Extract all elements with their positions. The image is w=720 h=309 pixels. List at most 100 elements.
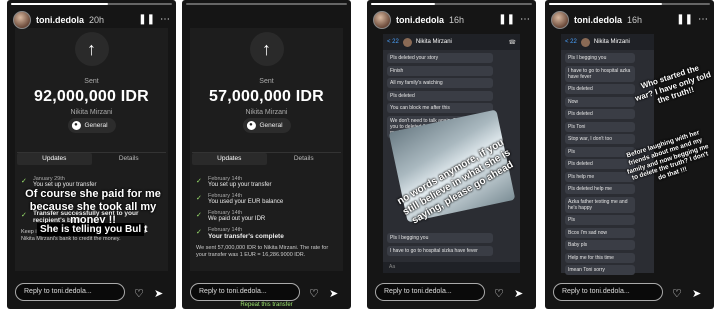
story-panel-3: toni.dedola 16h ❚❚ ⋯ < 22 Nikita Mirzani…	[367, 0, 536, 309]
message-bubble: Now	[565, 96, 635, 107]
repeat-transfer-button[interactable]: Repeat this transfer	[190, 301, 343, 309]
story-caption-sub: She is telling you Bul t	[37, 223, 147, 236]
contact-name: Nikita Mirzani	[415, 39, 452, 45]
message-bubble: Pls deleted	[387, 90, 493, 101]
message-bubble: Pls I begging you	[565, 53, 635, 63]
story-header: toni.dedola 16h ❚❚ ⋯	[551, 8, 708, 32]
message-bubble: Pls	[565, 215, 635, 225]
timeline-item: ✓ February 14th You used your EUR balance	[196, 193, 284, 205]
heart-icon[interactable]: ♡	[309, 287, 319, 300]
heart-icon[interactable]: ♡	[494, 287, 504, 300]
send-icon[interactable]: ➤	[692, 287, 701, 300]
tab-updates[interactable]: Updates	[17, 153, 92, 165]
username[interactable]: toni.dedola	[574, 15, 622, 25]
story-age: 20h	[89, 15, 105, 25]
contact-name: Nikita Mirzani	[593, 39, 630, 45]
story-panel-1: toni.dedola 20h ❚❚ ⋯ ↑ Sent 92,000,000 I…	[7, 0, 176, 309]
username[interactable]: toni.dedola	[36, 15, 84, 25]
heart-icon[interactable]: ♡	[672, 287, 682, 300]
message-bubble: Pls deleted	[565, 84, 635, 94]
check-icon: ✓	[196, 178, 202, 185]
pause-icon[interactable]: ❚❚	[498, 15, 515, 25]
message-bubble: Finish	[387, 65, 493, 76]
reply-input[interactable]: Reply to toni.dedola...	[15, 283, 125, 301]
story-age: 16h	[449, 15, 465, 25]
story-progress-bar	[11, 3, 172, 5]
chat-input: Aa	[383, 262, 520, 273]
tab-details[interactable]: Details	[267, 153, 342, 165]
transfer-tabs: Updates Details	[17, 152, 166, 165]
transfer-amount: 57,000,000 IDR	[209, 88, 324, 105]
transfer-note: We sent 57,000,000 IDR to Nikita Mirzani…	[196, 245, 329, 258]
timeline: ✓ February 14th You set up your transfer ✓…	[196, 176, 337, 259]
timeline-item: ✓ February 14th You set up your transfer	[196, 176, 272, 188]
reply-input[interactable]: Reply to toni.dedola...	[190, 283, 300, 301]
avatar[interactable]	[13, 11, 31, 29]
message-bubble: Baby pls	[565, 240, 635, 250]
avatar[interactable]	[551, 11, 569, 29]
chat-header: < 22 Nikita Mirzani	[561, 34, 654, 50]
recipient-name: Nikita Mirzani	[70, 109, 113, 116]
message-bubble: Pls deleted	[565, 109, 635, 119]
more-icon[interactable]: ⋯	[160, 15, 170, 25]
message-bubble: Help me for this time	[565, 252, 635, 263]
back-icon: < 22	[565, 39, 577, 45]
contact-avatar	[580, 37, 590, 47]
upload-arrow-icon: ↑	[74, 32, 109, 66]
username[interactable]: toni.dedola	[396, 15, 444, 25]
call-icon: ☎	[508, 39, 516, 46]
contact-avatar	[402, 37, 412, 47]
upload-arrow-icon: ↑	[249, 32, 284, 66]
story-panel-4: toni.dedola 16h ❚❚ ⋯ < 22 Nikita Mirzani…	[545, 0, 714, 309]
recipient-name: Nikita Mirzani	[245, 109, 288, 116]
message-bubble: Azka father texting me and he's happy	[565, 196, 635, 213]
story-progress-bar	[371, 3, 532, 5]
story-caption: Of course she paid for me because she to…	[25, 188, 161, 227]
message-bubble: Stop war, I don't too	[565, 134, 635, 144]
heart-icon[interactable]: ♡	[134, 287, 144, 300]
more-icon[interactable]: ⋯	[698, 15, 708, 25]
message-list-bottom: Pls I begging you I have to go to hospit…	[383, 230, 520, 261]
story-age: 16h	[627, 15, 643, 25]
transfer-tabs: Updates Details	[192, 152, 341, 165]
tab-details[interactable]: Details	[92, 153, 167, 165]
tab-updates[interactable]: Updates	[192, 153, 267, 165]
story-header: toni.dedola 16h ❚❚ ⋯	[373, 8, 530, 32]
reply-input[interactable]: Reply to toni.dedola...	[375, 283, 485, 301]
reply-input[interactable]: Reply to toni.dedola...	[553, 283, 663, 301]
back-icon: < 22	[387, 39, 399, 45]
chat-header: < 22 Nikita Mirzani ☎	[383, 34, 520, 50]
message-bubble: Pls Toni	[565, 121, 635, 132]
sent-label: Sent	[84, 78, 99, 85]
message-bubble: Pls deleted your story	[387, 53, 493, 63]
check-icon: ✓	[21, 178, 27, 185]
pause-icon[interactable]: ❚❚	[138, 15, 155, 25]
transfer-screenshot: ↑ Sent 57,000,000 IDR Nikita Mirzani ● Ge…	[190, 28, 343, 271]
send-icon[interactable]: ➤	[154, 287, 163, 300]
category-badge: ● General	[242, 118, 291, 133]
message-bubble: You can block me after this	[387, 103, 493, 113]
more-icon[interactable]: ⋯	[520, 15, 530, 25]
story-panel-2: ↑ Sent 57,000,000 IDR Nikita Mirzani ● Ge…	[182, 0, 351, 309]
timeline-item: ✓ February 14th Your transfer's complete	[196, 227, 284, 240]
timeline-item: ✓ January 29th You set up your transfer	[21, 176, 97, 188]
avatar[interactable]	[373, 11, 391, 29]
message-bubble: Imean Toni sorry	[565, 265, 635, 275]
check-icon: ✓	[196, 195, 202, 202]
message-bubble: I have to go to hospital azka have fever	[565, 65, 635, 82]
story-progress-bar	[549, 3, 710, 5]
transfer-amount: 92,000,000 IDR	[34, 88, 149, 105]
message-bubble: Bcos I'm sad now	[565, 227, 635, 238]
category-badge: ● General	[67, 118, 116, 133]
timeline-item: ✓ February 14th We paid out your IDR	[196, 210, 266, 222]
message-bubble: All my family's watching	[387, 78, 493, 88]
send-icon[interactable]: ➤	[514, 287, 523, 300]
check-icon: ✓	[196, 229, 202, 236]
pause-icon[interactable]: ❚❚	[676, 15, 693, 25]
story-progress-bar	[186, 3, 347, 5]
sent-label: Sent	[259, 78, 274, 85]
send-icon[interactable]: ➤	[329, 287, 338, 300]
category-icon: ●	[71, 121, 81, 130]
check-icon: ✓	[196, 212, 202, 219]
message-bubble: I have to go to hospital sizka have feve…	[387, 245, 493, 256]
